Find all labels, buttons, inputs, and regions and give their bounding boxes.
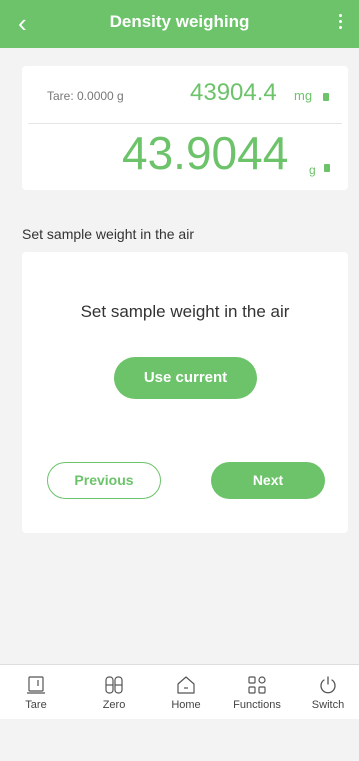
power-icon [320,676,336,694]
home-icon [177,676,195,694]
nav-zero[interactable]: Zero [78,665,150,720]
more-vertical-icon [333,14,347,29]
functions-icon [248,676,266,694]
use-current-button[interactable]: Use current [114,357,257,399]
nav-home[interactable]: Home [150,665,222,720]
section-label: Set sample weight in the air [22,226,194,242]
nav-label: Home [171,699,201,711]
more-menu-button[interactable] [333,12,347,32]
top-bar: ‹ Density weighing [0,0,359,48]
tare-icon [27,676,45,694]
previous-button[interactable]: Previous [47,462,161,499]
step-instruction: Set sample weight in the air [80,302,290,321]
nav-switch[interactable]: Switch [292,665,359,720]
stability-indicator-icon [323,93,329,101]
page-title: Density weighing [109,12,250,31]
nav-label: Tare [25,699,47,711]
step-card: Set sample weight in the air Use current… [22,252,348,533]
weight-g-unit: g [309,163,316,177]
next-button[interactable]: Next [211,462,325,499]
nav-label: Switch [311,699,345,711]
nav-label: Functions [233,699,281,711]
nav-label: Zero [102,699,126,711]
nav-functions[interactable]: Functions [221,665,293,720]
stability-indicator-icon [324,164,330,172]
weight-mg-unit: mg [294,88,313,103]
divider [28,123,342,124]
weight-mg-value: 43904.4 [190,79,277,106]
balance-display: Tare: 0.0000 g 43904.4 mg 43.9044 g [22,66,348,190]
weight-g-value: 43.9044 [122,127,289,179]
nav-tare[interactable]: Tare [0,665,72,720]
zero-icon [105,676,123,694]
tare-value: Tare: 0.0000 g [47,89,124,103]
bottom-nav: Tare Zero Home Functions Switch [0,664,359,719]
